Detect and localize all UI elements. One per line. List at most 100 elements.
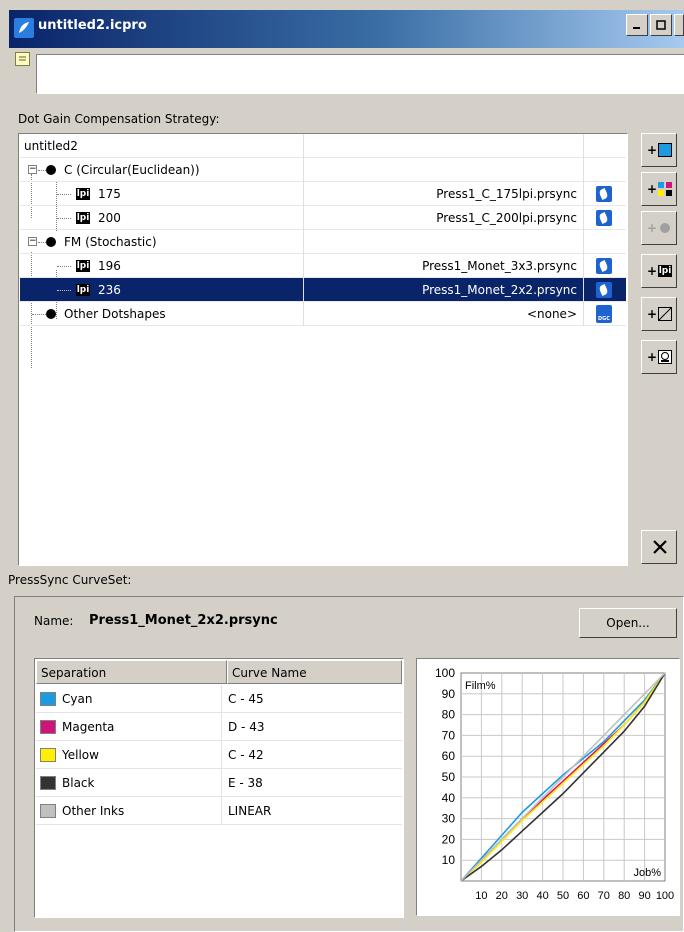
column-header-curve-name[interactable]: Curve Name xyxy=(227,660,402,684)
delete-button[interactable] xyxy=(641,530,677,564)
strategy-tree[interactable]: untitled2 − C (Circular(Euclidean)) lpi … xyxy=(18,133,628,566)
dotshape-icon xyxy=(46,237,56,247)
dotshape-icon xyxy=(46,165,56,175)
lpi-icon: lpi xyxy=(76,212,90,224)
y-tick-label: 80 xyxy=(442,708,456,722)
column-header-separation[interactable]: Separation xyxy=(36,660,227,684)
presync-icon[interactable] xyxy=(596,186,612,202)
y-tick-label: 20 xyxy=(442,832,456,846)
prsync-file: Press1_C_200lpi.prsync xyxy=(304,206,584,230)
tree-connector xyxy=(38,242,46,243)
strategy-label: Dot Gain Compensation Strategy: xyxy=(18,112,220,126)
color-swatch xyxy=(40,720,56,734)
tree-connector xyxy=(32,314,46,315)
curve-chart-panel: 10 20 30 40 50 60 70 80 90 100 10 20 30 40 50 60 70 80 90 1… xyxy=(416,658,680,916)
table-row[interactable]: Yellow C - 42 xyxy=(36,741,402,769)
tree-connector xyxy=(57,218,71,219)
lpi-icon: lpi xyxy=(658,265,672,277)
tree-row-other[interactable]: Other Dotshapes <none> DGC xyxy=(20,302,626,326)
dotshape-icon xyxy=(46,309,56,319)
minimize-icon xyxy=(633,27,640,29)
add-separation-button[interactable]: + xyxy=(641,133,677,167)
y-tick-label: 50 xyxy=(442,770,456,784)
tree-node-label: 196 xyxy=(98,259,121,273)
collapse-icon[interactable]: − xyxy=(28,165,37,174)
prsync-file: <none> xyxy=(304,302,584,326)
separation-table[interactable]: Separation Curve Name Cyan C - 45 Magent… xyxy=(34,658,404,918)
table-row[interactable]: Cyan C - 45 xyxy=(36,685,402,713)
tree-node-label: C (Circular(Euclidean)) xyxy=(64,163,200,177)
maximize-button[interactable] xyxy=(650,14,672,36)
close-button[interactable] xyxy=(674,14,684,36)
tree-node-label: 200 xyxy=(98,211,121,225)
note-icon[interactable] xyxy=(15,52,30,66)
color-swatch xyxy=(40,748,56,762)
cmyk-icon xyxy=(658,182,672,196)
tree-root-label: untitled2 xyxy=(24,139,78,153)
color-swatch xyxy=(40,804,56,818)
tree-connector xyxy=(57,266,71,267)
delete-icon xyxy=(653,540,667,554)
notes-field[interactable] xyxy=(36,54,684,94)
tree-connector xyxy=(38,170,46,171)
tree-row-200[interactable]: lpi 200 Press1_C_200lpi.prsync xyxy=(20,206,626,230)
table-row[interactable]: Other Inks LINEAR xyxy=(36,797,402,825)
add-curve-button[interactable]: + xyxy=(641,297,677,331)
curve-name: C - 42 xyxy=(228,748,264,762)
curve-name: C - 45 xyxy=(228,692,264,706)
collapse-icon[interactable]: − xyxy=(28,237,37,246)
tree-row-175[interactable]: lpi 175 Press1_C_175lpi.prsync xyxy=(20,182,626,206)
x-tick-label: 80 xyxy=(618,890,630,902)
tree-row-196[interactable]: lpi 196 Press1_Monet_3x3.prsync xyxy=(20,254,626,278)
prsync-file: Press1_Monet_2x2.prsync xyxy=(304,278,584,302)
curve-icon xyxy=(658,307,672,321)
lpi-icon: lpi xyxy=(76,284,90,296)
x-tick-label: 50 xyxy=(557,890,569,902)
x-tick-label: 60 xyxy=(577,890,589,902)
tree-connector xyxy=(57,194,71,195)
x-tick-label: 20 xyxy=(496,890,508,902)
open-button[interactable]: Open... xyxy=(579,608,677,638)
table-row[interactable]: Magenta D - 43 xyxy=(36,713,402,741)
app-icon xyxy=(14,18,34,38)
presync-icon[interactable] xyxy=(596,258,612,274)
curveset-label: PressSync CurveSet: xyxy=(8,573,132,587)
tree-node-label: 175 xyxy=(98,187,121,201)
curve-name: D - 43 xyxy=(228,720,265,734)
color-swatch xyxy=(40,692,56,706)
x-tick-label: 10 xyxy=(475,890,487,902)
x-tick-label: 40 xyxy=(536,890,548,902)
minimize-button[interactable] xyxy=(626,14,648,36)
curve-name: E - 38 xyxy=(228,776,263,790)
presync-icon[interactable] xyxy=(596,282,612,298)
add-cmyk-button[interactable]: + xyxy=(641,172,677,206)
tree-row-root[interactable]: untitled2 xyxy=(20,134,626,158)
lpi-icon: lpi xyxy=(76,188,90,200)
add-preset-button[interactable]: + xyxy=(641,340,677,374)
y-tick-label: 70 xyxy=(442,728,456,742)
presync-icon[interactable] xyxy=(596,210,612,226)
x-tick-label: 100 xyxy=(656,890,674,902)
y-tick-label: 90 xyxy=(442,687,456,701)
tree-row-circular[interactable]: − C (Circular(Euclidean)) xyxy=(20,158,626,182)
tree-row-fm[interactable]: − FM (Stochastic) xyxy=(20,230,626,254)
table-row[interactable]: Black E - 38 xyxy=(36,769,402,797)
tree-node-label: Other Dotshapes xyxy=(64,307,166,321)
y-tick-label: 60 xyxy=(442,749,456,763)
curve-chart: 10 20 30 40 50 60 70 80 90 100 10 20 30 40 50 60 70 80 90 1… xyxy=(435,666,674,902)
curveset-name-label: Name: xyxy=(34,614,74,628)
maximize-icon xyxy=(656,20,666,30)
y-tick-label: 30 xyxy=(442,812,456,826)
y-tick-label: 40 xyxy=(442,791,456,805)
lpi-icon: lpi xyxy=(76,260,90,272)
add-lpi-button[interactable]: + lpi xyxy=(641,254,677,288)
tree-node-label: 236 xyxy=(98,283,121,297)
tree-row-236[interactable]: lpi 236 Press1_Monet_2x2.prsync xyxy=(20,278,626,302)
tree-node-label: FM (Stochastic) xyxy=(64,235,157,249)
curve-name: LINEAR xyxy=(228,804,272,818)
curveset-name-value: Press1_Monet_2x2.prsync xyxy=(89,613,278,628)
tree-connector xyxy=(57,290,71,291)
x-axis-label: Job% xyxy=(633,867,661,879)
dgc-icon[interactable]: DGC xyxy=(596,305,612,323)
x-tick-label: 30 xyxy=(516,890,528,902)
